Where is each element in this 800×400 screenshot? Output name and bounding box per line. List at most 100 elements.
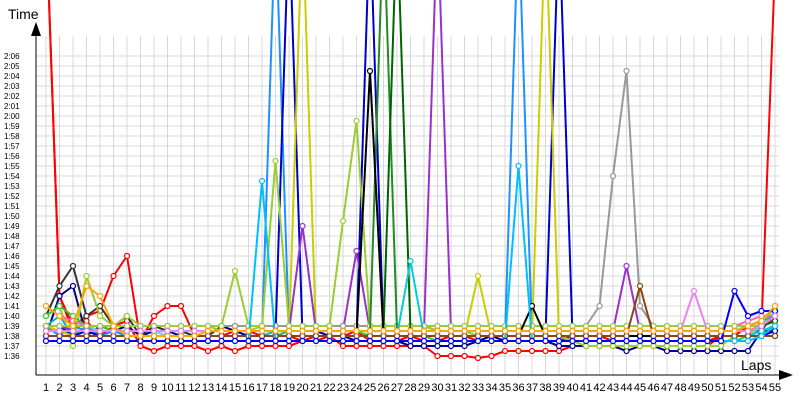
data-point (569, 332, 576, 340)
x-tick-label: 37 (526, 382, 538, 394)
x-tick-label: 25 (364, 382, 376, 394)
x-tick-label: 23 (337, 382, 349, 394)
data-point (110, 322, 117, 330)
data-point (312, 332, 320, 340)
data-point (204, 332, 212, 340)
lap-time-chart: Time Laps 1:36 1:37 1:38 1:39 1:40 1:41 1:42 1:… (0, 0, 800, 400)
data-point (677, 342, 684, 350)
data-point (231, 332, 239, 340)
data-point (69, 332, 77, 340)
data-point (353, 342, 360, 350)
data-point (717, 322, 725, 330)
x-tick-label: 17 (256, 382, 268, 394)
x-tick-label: 45 (634, 382, 646, 394)
data-point (339, 337, 347, 345)
data-point (299, 337, 306, 345)
x-tick-label: 5 (97, 382, 103, 394)
x-tick-label: 47 (661, 382, 673, 394)
x-tick-label: 10 (161, 382, 173, 394)
data-point (447, 352, 455, 360)
data-point (542, 322, 549, 330)
data-point (231, 327, 239, 335)
data-point (690, 337, 698, 345)
data-point (474, 272, 482, 280)
y-tick-label: 1:58 (4, 132, 20, 141)
data-point (461, 342, 468, 350)
data-point (636, 332, 644, 340)
x-tick-labels: 1 2 3 4 5 6 7 8 9 10 11 12 13 14 15 16 17 18 19 20 21 22 23 24 2… (43, 382, 781, 394)
data-point (258, 327, 266, 335)
data-point (461, 327, 468, 335)
data-point (582, 322, 590, 330)
data-point (596, 337, 603, 345)
data-point (447, 337, 455, 345)
data-point (609, 332, 617, 340)
data-point (96, 312, 104, 320)
data-point (704, 337, 711, 345)
data-point (204, 327, 212, 335)
data-point (69, 262, 77, 270)
data-point (690, 322, 698, 330)
data-point (42, 327, 50, 335)
data-point (731, 322, 738, 330)
data-point (623, 67, 630, 75)
data-point (609, 327, 617, 335)
data-point (380, 337, 387, 345)
data-point (191, 337, 198, 345)
data-point (393, 332, 401, 340)
data-point (83, 337, 90, 345)
data-point (339, 217, 347, 225)
x-tick-label: 30 (431, 382, 443, 394)
data-point (137, 337, 144, 345)
data-point (636, 327, 644, 335)
x-tick-label: 6 (110, 382, 116, 394)
x-tick-label: 14 (215, 382, 227, 394)
data-point (299, 322, 306, 330)
data-point (704, 347, 711, 355)
data-point (744, 332, 752, 340)
data-point (366, 332, 374, 340)
y-tick-label: 2:04 (4, 72, 20, 81)
y-tick-label: 1:45 (4, 262, 20, 271)
data-point (83, 312, 90, 320)
data-point (42, 337, 50, 345)
data-point (123, 322, 131, 330)
x-tick-label: 48 (674, 382, 686, 394)
data-point (96, 322, 104, 330)
x-tick-label: 27 (391, 382, 403, 394)
data-point (150, 322, 158, 330)
data-point (596, 302, 603, 310)
data-point (501, 337, 509, 345)
y-tick-label: 1:41 (4, 302, 20, 311)
data-point (245, 337, 252, 345)
data-point (731, 287, 738, 295)
x-tick-label: 54 (755, 382, 767, 394)
data-point (272, 342, 279, 350)
data-point (299, 332, 306, 340)
data-point (83, 322, 90, 330)
data-point (569, 322, 576, 330)
data-point (312, 337, 320, 345)
data-point (771, 327, 779, 335)
x-tick-label: 34 (485, 382, 497, 394)
data-point (272, 337, 279, 345)
x-axis-arrow-icon (779, 370, 793, 380)
data-point (407, 257, 414, 265)
y-tick-label: 1:55 (4, 162, 20, 171)
data-point (434, 337, 441, 345)
x-tick-label: 52 (728, 382, 740, 394)
data-point (758, 322, 765, 330)
data-point (623, 342, 630, 350)
data-point (758, 317, 765, 325)
data-point (326, 327, 333, 335)
data-point (326, 322, 333, 330)
data-point (191, 322, 198, 330)
data-point (231, 337, 239, 345)
data-point (204, 347, 212, 355)
data-point (218, 342, 225, 350)
data-point (461, 337, 468, 345)
x-tick-label: 12 (188, 382, 200, 394)
data-point (218, 322, 225, 330)
data-point (744, 312, 752, 320)
data-point (596, 332, 603, 340)
